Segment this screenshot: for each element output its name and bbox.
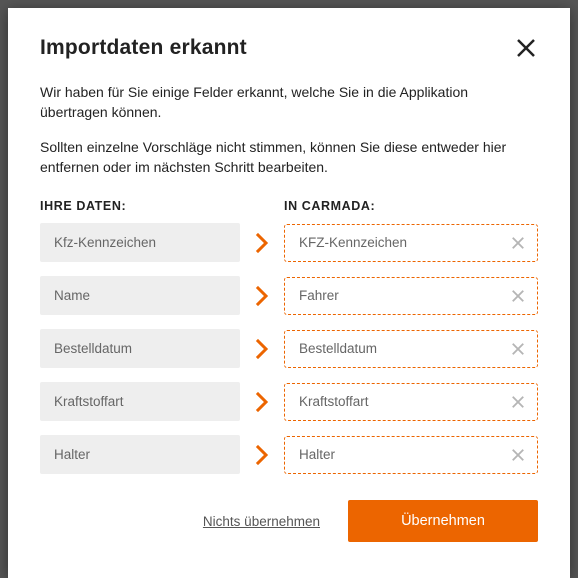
modal-intro: Wir haben für Sie einige Felder erkannt,…	[40, 82, 538, 177]
target-field-label: KFZ-Kennzeichen	[299, 235, 407, 250]
remove-mapping-icon[interactable]	[509, 287, 527, 305]
target-field-label: Bestelldatum	[299, 341, 377, 356]
arrow-cell	[240, 232, 284, 254]
chevron-right-icon	[254, 338, 270, 360]
target-field-label: Halter	[299, 447, 335, 462]
intro-paragraph-2: Sollten einzelne Vorschläge nicht stimme…	[40, 137, 538, 178]
chevron-right-icon	[254, 232, 270, 254]
target-field[interactable]: Bestelldatum	[284, 330, 538, 368]
mapping-row: Bestelldatum Bestelldatum	[40, 329, 538, 368]
accept-button[interactable]: Übernehmen	[348, 500, 538, 542]
source-field: Kraftstoffart	[40, 382, 240, 421]
chevron-right-icon	[254, 285, 270, 307]
modal-header: Importdaten erkannt	[40, 36, 538, 60]
mappings-list: Kfz-Kennzeichen KFZ-Kennzeichen Name Fahrer…	[40, 223, 538, 474]
source-field: Bestelldatum	[40, 329, 240, 368]
source-field: Halter	[40, 435, 240, 474]
target-field-label: Kraftstoffart	[299, 394, 369, 409]
target-field[interactable]: Halter	[284, 436, 538, 474]
target-field[interactable]: Kraftstoffart	[284, 383, 538, 421]
mapping-row: Halter Halter	[40, 435, 538, 474]
source-column-header: IHRE DATEN:	[40, 199, 240, 213]
remove-mapping-icon[interactable]	[509, 234, 527, 252]
mapping-row: Name Fahrer	[40, 276, 538, 315]
chevron-right-icon	[254, 444, 270, 466]
modal-footer: Nichts übernehmen Übernehmen	[40, 500, 538, 542]
skip-import-link[interactable]: Nichts übernehmen	[203, 514, 320, 529]
modal-title: Importdaten erkannt	[40, 36, 247, 60]
target-field[interactable]: Fahrer	[284, 277, 538, 315]
intro-paragraph-1: Wir haben für Sie einige Felder erkannt,…	[40, 82, 538, 123]
target-field-label: Fahrer	[299, 288, 339, 303]
chevron-right-icon	[254, 391, 270, 413]
close-icon[interactable]	[514, 36, 538, 60]
remove-mapping-icon[interactable]	[509, 446, 527, 464]
remove-mapping-icon[interactable]	[509, 393, 527, 411]
mapping-row: Kraftstoffart Kraftstoffart	[40, 382, 538, 421]
target-field[interactable]: KFZ-Kennzeichen	[284, 224, 538, 262]
arrow-cell	[240, 391, 284, 413]
source-field: Kfz-Kennzeichen	[40, 223, 240, 262]
arrow-cell	[240, 338, 284, 360]
arrow-cell	[240, 444, 284, 466]
mapping-row: Kfz-Kennzeichen KFZ-Kennzeichen	[40, 223, 538, 262]
columns-header: IHRE DATEN: IN CARMADA:	[40, 199, 538, 213]
import-mapping-modal: Importdaten erkannt Wir haben für Sie ei…	[8, 8, 570, 578]
remove-mapping-icon[interactable]	[509, 340, 527, 358]
target-column-header: IN CARMADA:	[284, 199, 538, 213]
arrow-cell	[240, 285, 284, 307]
source-field: Name	[40, 276, 240, 315]
